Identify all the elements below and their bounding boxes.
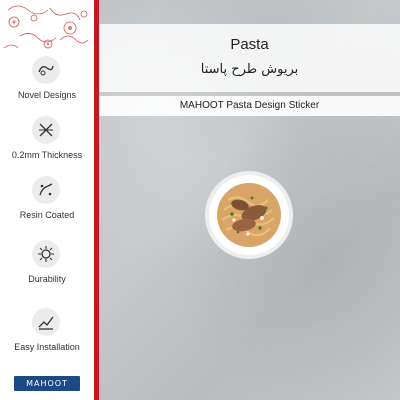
title-banner: Pasta بریوش طرح پاستا: [99, 24, 400, 92]
feature-durability: Durability: [0, 240, 94, 302]
pattern-icon: [32, 56, 60, 84]
feature-novel-designs: Novel Designs: [0, 56, 94, 118]
floral-pattern-decoration: [0, 0, 94, 58]
mahoot-logo: MAHOOT: [14, 376, 80, 391]
feature-thickness: 0.2mm Thickness: [0, 116, 94, 178]
feature-label: Novel Designs: [17, 90, 77, 100]
product-title-persian: بریوش طرح پاستا: [200, 62, 299, 77]
product-caption: MAHOOT Pasta Design Sticker: [179, 100, 320, 111]
installation-icon: [32, 308, 60, 336]
feature-label: 0.2mm Thickness: [11, 150, 83, 160]
product-title: Pasta: [230, 36, 269, 53]
pasta-plate-image: [204, 170, 294, 265]
feature-sidebar: Novel Designs 0.2mm Thickness Resin Coat…: [0, 0, 94, 400]
resin-icon: [32, 176, 60, 204]
thickness-icon: [32, 116, 60, 144]
feature-easy-installation: Easy Installation: [0, 308, 94, 370]
feature-label: Resin Coated: [19, 210, 75, 220]
feature-label: Easy Installation: [14, 342, 80, 352]
feature-resin-coated: Resin Coated: [0, 176, 94, 238]
caption-banner: MAHOOT Pasta Design Sticker: [99, 96, 400, 116]
feature-label: Durability: [28, 274, 66, 284]
durability-icon: [32, 240, 60, 268]
